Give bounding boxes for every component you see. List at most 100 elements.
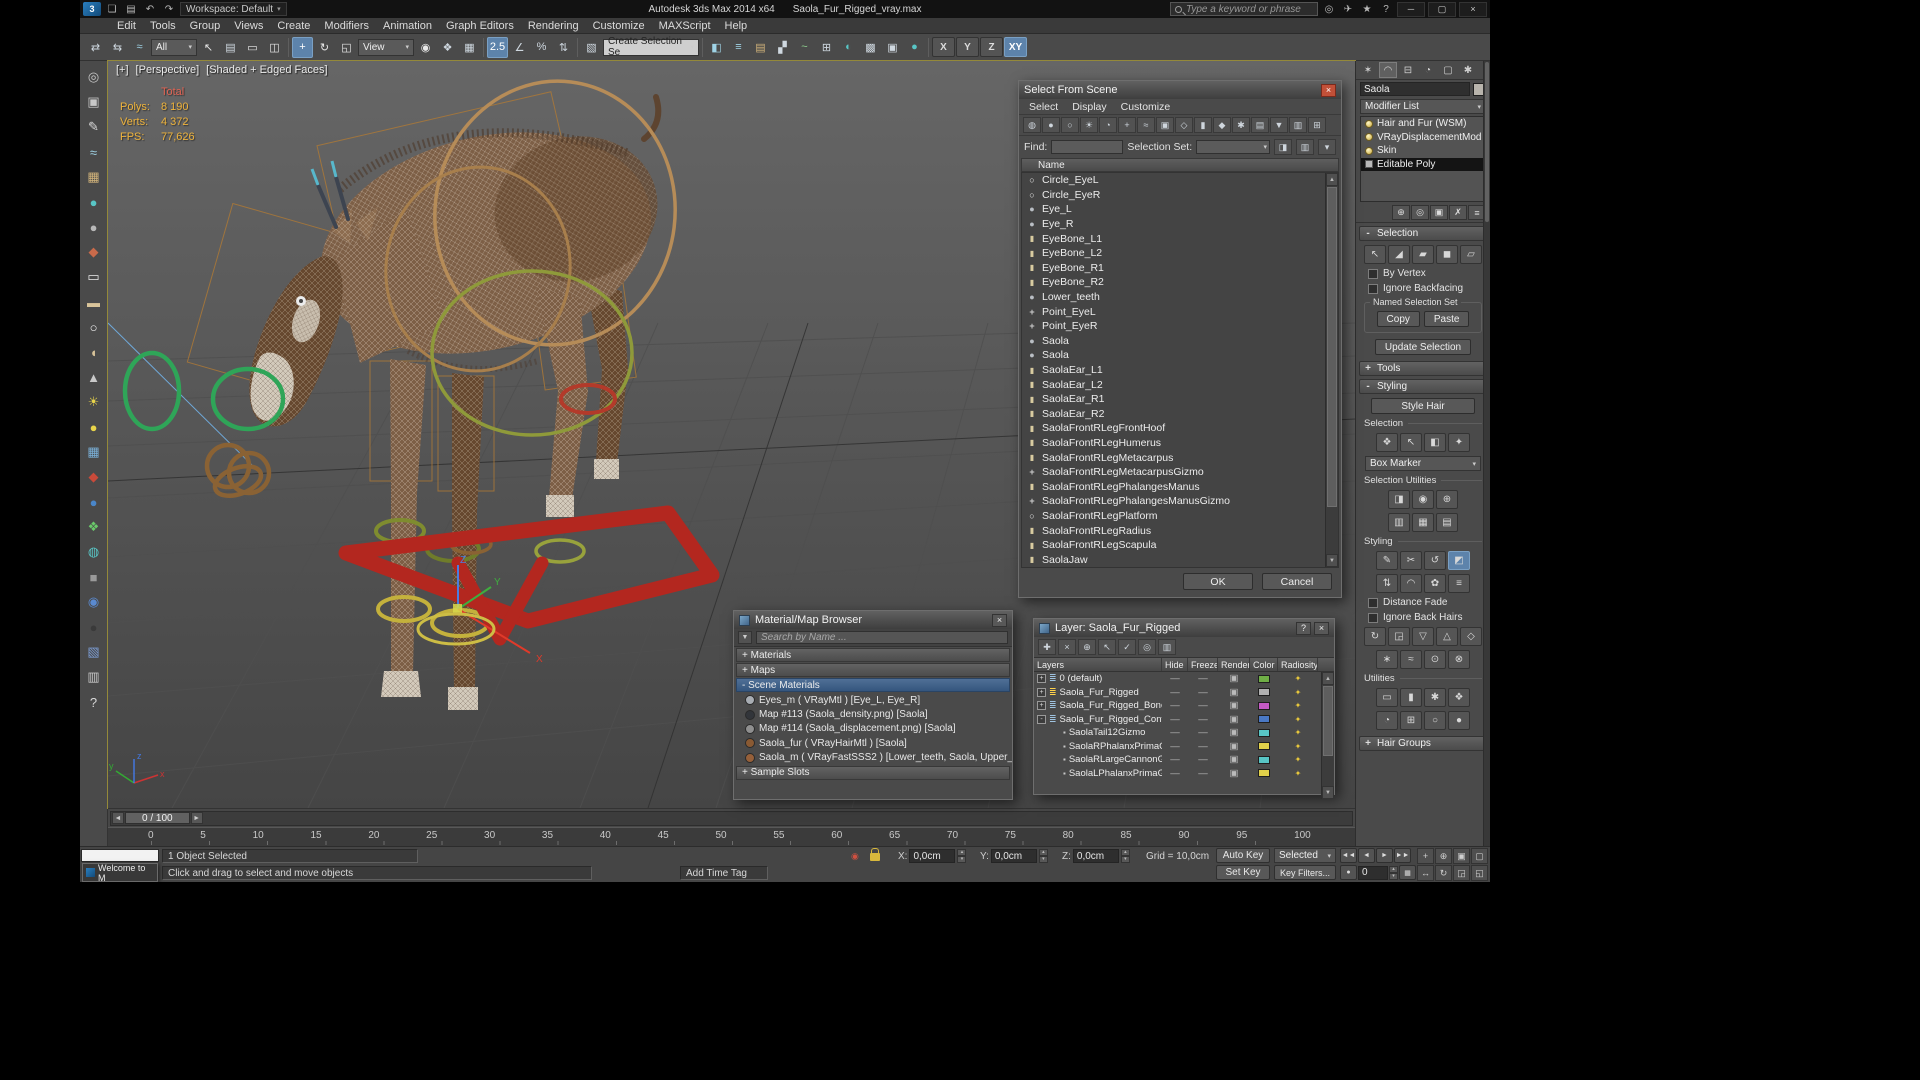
distance-fade-checkbox[interactable] (1368, 597, 1378, 608)
go-to-start-button[interactable]: ◄◄ (1340, 848, 1357, 863)
layer-row[interactable]: - Saola_Fur_Rigged_Contr... — — ▣ ✦ (1034, 713, 1334, 727)
scale-hairs-icon[interactable]: ◲ (1388, 627, 1410, 646)
viewport-pov-menu[interactable]: [Perspective] (136, 64, 200, 76)
constrain-z-button[interactable]: Z (980, 37, 1003, 57)
select-face-icon[interactable]: ◢ (1388, 245, 1410, 264)
orange-gem-icon[interactable]: ◆ (84, 242, 104, 262)
invert-selection-icon[interactable]: ◨ (1388, 490, 1410, 509)
scene-object-row[interactable]: SaolaFrontRLegPhalangesManusGizmo (1022, 494, 1338, 509)
select-hairs-icon[interactable]: ↖ (1400, 433, 1422, 452)
layer-color-swatch[interactable] (1258, 742, 1270, 751)
menu-item[interactable]: Graph Editors (439, 18, 521, 33)
layer-color-swatch[interactable] (1258, 674, 1270, 683)
freeze-toggle[interactable]: — (1188, 754, 1218, 765)
scene-object-row[interactable]: EyeBone_R1 (1022, 261, 1338, 276)
render-toggle[interactable]: ▣ (1218, 741, 1250, 752)
column-header[interactable]: Color (1250, 658, 1278, 671)
selection-set-combo[interactable] (1196, 140, 1270, 154)
circle-icon[interactable]: ○ (84, 317, 104, 337)
sample-slots-group-header[interactable]: + Sample Slots (736, 765, 1010, 780)
hair-groups-rollout-header[interactable]: + Hair Groups (1359, 736, 1487, 751)
scene-material-row[interactable]: Map #114 (Saola_displacement.png) [Saola… (734, 722, 1012, 736)
modify-tab-icon[interactable]: ◠ (1379, 62, 1397, 78)
play-animation-button[interactable]: ► (1376, 848, 1393, 863)
scene-object-row[interactable]: SaolaFrontRLegPhalangesManus (1022, 479, 1338, 494)
window-crossing-toggle-icon[interactable]: ◫ (264, 37, 285, 58)
zoom-icon[interactable]: + (1417, 848, 1434, 864)
favorites-icon[interactable]: ★ (1359, 2, 1375, 16)
maps-group-header[interactable]: + Maps (736, 663, 1010, 677)
selection-filter-combo[interactable]: All (151, 38, 197, 56)
rotate-hairs-icon[interactable]: ↻ (1364, 627, 1386, 646)
render-toggle[interactable]: ▣ (1218, 687, 1250, 698)
freeze-toggle[interactable]: — (1188, 768, 1218, 779)
create-named-set-icon[interactable]: ◨ (1274, 139, 1292, 155)
bind-to-space-warp-icon[interactable]: ≈ (129, 37, 150, 58)
hide-toggle[interactable]: — (1162, 687, 1188, 698)
menu-item[interactable]: Edit (110, 18, 143, 33)
frame-spinner[interactable] (1389, 866, 1398, 880)
z-spinner[interactable] (1121, 849, 1130, 863)
help-circle-icon[interactable]: ? (84, 692, 104, 712)
modifier-stack-row[interactable]: Editable Poly (1361, 157, 1485, 171)
curve-editor-icon[interactable]: ~ (794, 37, 815, 58)
scene-object-row[interactable]: EyeBone_R2 (1022, 275, 1338, 290)
show-hidden-icon[interactable]: ▦ (1412, 513, 1434, 532)
scroll-down-icon[interactable]: ▼ (1322, 786, 1334, 799)
layer-color-swatch[interactable] (1258, 715, 1270, 724)
menu-item[interactable]: Customize (586, 18, 652, 33)
hide-toggle[interactable]: — (1162, 727, 1188, 738)
layer-color-swatch[interactable] (1258, 769, 1270, 778)
display-containers-icon[interactable]: ◆ (1213, 117, 1231, 133)
help-icon[interactable]: ? (1296, 621, 1311, 635)
scene-object-row[interactable]: SaolaFrontRLegMetacarpus (1022, 450, 1338, 465)
cylinder-icon[interactable]: ▬ (84, 292, 104, 312)
blue-grid-icon[interactable]: ▦ (84, 442, 104, 462)
snaps-toggle-icon[interactable]: 2.5 (487, 36, 508, 58)
radiosity-toggle[interactable]: ✦ (1278, 728, 1318, 737)
maximize-button[interactable]: ▢ (1428, 1, 1456, 17)
maximize-viewport-toggle-icon[interactable]: ◱ (1471, 865, 1488, 881)
new-layer-icon[interactable]: ✚ (1038, 639, 1056, 655)
time-configuration-button[interactable]: ▦ (1399, 865, 1416, 880)
delete-layer-icon[interactable]: × (1058, 639, 1076, 655)
select-guides-icon[interactable]: ◧ (1424, 433, 1446, 452)
selection-rollout-header[interactable]: - Selection (1359, 226, 1487, 241)
close-icon[interactable]: × (1321, 83, 1336, 97)
communication-center-icon[interactable]: ✈ (1340, 2, 1356, 16)
utilities-tab-icon[interactable]: ✱ (1459, 62, 1477, 78)
scene-object-row[interactable]: SaolaEar_R2 (1022, 407, 1338, 422)
display-spacewarps-icon[interactable]: ≈ (1137, 117, 1155, 133)
redo-icon[interactable]: ↷ (161, 2, 177, 16)
undo-styling-icon[interactable]: ↺ (1424, 551, 1446, 570)
dialog-menu-item[interactable]: Select (1023, 101, 1064, 113)
layer-color-swatch[interactable] (1258, 755, 1270, 764)
menu-item[interactable]: Modifiers (317, 18, 376, 33)
yellow-sphere-icon[interactable]: ● (84, 417, 104, 437)
orbit-viewport-icon[interactable]: ↻ (1435, 865, 1452, 881)
torus-icon[interactable]: ◍ (84, 542, 104, 562)
time-slider-track[interactable]: ◄ 0 / 100 ► (110, 810, 1353, 826)
waves-icon[interactable]: ≈ (84, 142, 104, 162)
select-layer-objects-icon[interactable]: ↖ (1098, 639, 1116, 655)
toggle-collisions-icon[interactable]: ⊙ (1424, 650, 1446, 669)
scroll-up-icon[interactable]: ▲ (1326, 173, 1338, 186)
maxscript-mini-listener[interactable] (81, 849, 159, 862)
display-xrefs-icon[interactable]: ◇ (1175, 117, 1193, 133)
modifier-stack-row[interactable]: Hair and Fur (WSM) (1361, 117, 1485, 131)
go-to-end-button[interactable]: ►► (1394, 848, 1411, 863)
render-toggle[interactable]: ▣ (1218, 754, 1250, 765)
menu-item[interactable]: MAXScript (652, 18, 718, 33)
ignore-back-hairs-checkbox[interactable] (1368, 612, 1378, 623)
select-and-move-icon[interactable]: + (292, 36, 313, 58)
infocenter-search-input[interactable]: Type a keyword or phrase (1170, 2, 1318, 16)
layer-color-swatch[interactable] (1258, 728, 1270, 737)
angle-snap-toggle-icon[interactable]: ∠ (509, 37, 530, 58)
display-helpers-icon[interactable]: + (1118, 117, 1136, 133)
scene-materials-group-header[interactable]: - Scene Materials (736, 678, 1010, 692)
tools-rollout-header[interactable]: + Tools (1359, 361, 1487, 376)
app-logo-icon[interactable]: 3 (83, 2, 101, 16)
scene-object-row[interactable]: SaolaFrontRLegRadius (1022, 523, 1338, 538)
hair-select-mode-icon[interactable]: ◩ (1448, 551, 1470, 570)
select-roots-icon[interactable]: ✦ (1448, 433, 1470, 452)
